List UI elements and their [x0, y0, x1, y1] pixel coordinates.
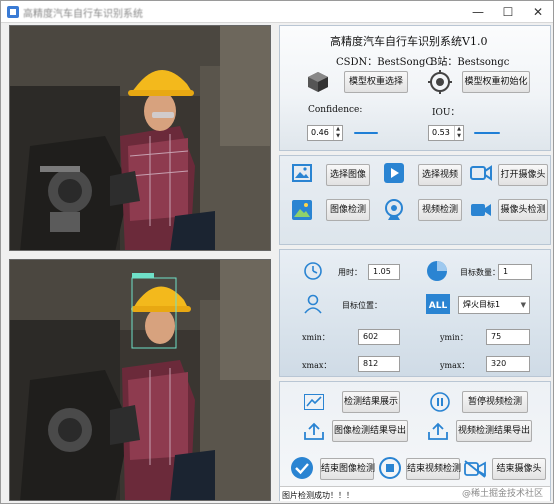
cube-icon — [308, 72, 328, 92]
camera-detect-icon — [471, 204, 491, 216]
open-camera-button[interactable]: 打开摄像头 — [498, 164, 548, 186]
pause-icon — [430, 392, 450, 412]
ymin-label: ymin： — [440, 333, 468, 342]
pause-video-button[interactable]: 暂停视频检测 — [462, 391, 528, 413]
video-play-icon — [384, 163, 404, 183]
original-image — [10, 26, 270, 250]
title-bar: 高精度汽车自行车识别系统 — ☐ ✕ — [1, 1, 553, 23]
camera-icon — [470, 165, 492, 181]
clock-icon — [304, 262, 322, 280]
upload-icon — [304, 422, 324, 440]
export-image-button[interactable]: 图像检测结果导出 — [332, 420, 408, 442]
target-icon — [428, 70, 452, 94]
iou-spinbox[interactable]: 0.53 ▲ ▼ — [428, 125, 464, 141]
time-field[interactable]: 1.05 — [368, 264, 400, 280]
xmin-field[interactable]: 602 — [358, 329, 400, 345]
image-detect-button[interactable]: 图像检测 — [326, 199, 370, 221]
iou-label: IOU： — [432, 108, 460, 118]
ymax-label: ymax： — [440, 361, 470, 370]
select-weights-button[interactable]: 模型权重选择 — [344, 71, 408, 93]
app-icon — [7, 6, 19, 18]
chevron-down-icon: ▼ — [520, 301, 526, 309]
results-section: 用时： 1.05 目标数量： 1 目标位置： ALL 焊火目标1 ▼ xmin： — [279, 249, 551, 377]
end-camera-button[interactable]: 结束摄像头 — [492, 458, 546, 480]
model-settings-section: 高精度汽车自行车识别系统V1.0 CSDN：BestSongC B站：Bests… — [279, 25, 551, 151]
check-circle-icon — [291, 457, 313, 479]
watermark: @稀土掘金技术社区 — [461, 489, 543, 499]
bilibili-label: B站：Bestsongc — [430, 57, 510, 68]
app-window: 高精度汽车自行车识别系统 — ☐ ✕ 高精度汽车自行车识别系统V1.0 CSDN… — [0, 0, 554, 504]
spin-arrows[interactable]: ▲ ▼ — [333, 126, 342, 140]
app-title: 高精度汽车自行车识别系统V1.0 — [330, 35, 488, 48]
target-select[interactable]: 焊火目标1 ▼ — [458, 296, 530, 314]
actions-section: 检测结果展示 暂停视频检测 图像检测结果导出 视频检测结果导出 结束图像检测 结… — [279, 381, 551, 501]
original-image-view — [9, 25, 271, 251]
camera-detect-button[interactable]: 摄像头检测 — [498, 199, 548, 221]
upload-icon — [428, 422, 448, 440]
webcam-icon — [385, 199, 403, 220]
pie-chart-icon — [427, 261, 447, 281]
stop-circle-icon — [379, 457, 401, 479]
person-pin-icon — [304, 294, 322, 314]
xmax-field[interactable]: 812 — [358, 356, 400, 372]
detection-image-view — [9, 259, 271, 501]
ymin-field[interactable]: 75 — [486, 329, 530, 345]
image-icon — [292, 164, 312, 182]
target-select-value: 焊火目标1 — [463, 300, 501, 309]
camera-off-icon — [464, 460, 486, 478]
status-message: 图片检测成功！！！ — [282, 491, 354, 500]
iou-value: 0.53 — [432, 128, 450, 137]
end-image-button[interactable]: 结束图像检测 — [320, 458, 375, 480]
confidence-slider[interactable] — [354, 128, 378, 138]
close-button[interactable]: ✕ — [523, 1, 553, 23]
xmin-label: xmin： — [302, 333, 330, 342]
spin-arrows[interactable]: ▲ ▼ — [454, 126, 463, 140]
choose-image-button[interactable]: 选择图像 — [326, 164, 370, 186]
init-weights-button[interactable]: 模型权重初始化 — [462, 71, 530, 93]
line-chart-icon — [304, 394, 324, 410]
target-count-label: 目标数量： — [460, 268, 500, 277]
source-section: 选择图像 选择视频 打开摄像头 图像检测 视频检测 摄像头检测 — [279, 155, 551, 245]
video-detect-button[interactable]: 视频检测 — [418, 199, 462, 221]
svg-text:ALL: ALL — [429, 301, 448, 311]
window-title: 高精度汽车自行车识别系统 — [23, 9, 143, 20]
show-result-button[interactable]: 检测结果展示 — [342, 391, 400, 413]
target-position-label: 目标位置： — [342, 301, 382, 310]
control-panel: 高精度汽车自行车识别系统V1.0 CSDN：BestSongC B站：Bests… — [279, 25, 551, 501]
xmax-label: xmax： — [302, 361, 332, 370]
confidence-spinbox[interactable]: 0.46 ▲ ▼ — [307, 125, 343, 141]
choose-video-button[interactable]: 选择视频 — [418, 164, 462, 186]
photo-detect-icon — [292, 200, 312, 220]
target-count-field[interactable]: 1 — [498, 264, 532, 280]
all-icon: ALL — [426, 294, 450, 314]
time-label: 用时： — [338, 268, 362, 277]
detection-image — [10, 260, 270, 500]
confidence-label: Confidence: — [308, 105, 363, 115]
minimize-button[interactable]: — — [463, 1, 493, 23]
maximize-button[interactable]: ☐ — [493, 1, 523, 23]
confidence-value: 0.46 — [311, 128, 329, 137]
end-video-button[interactable]: 结束视频检测 — [406, 458, 461, 480]
ymax-field[interactable]: 320 — [486, 356, 530, 372]
iou-slider[interactable] — [474, 128, 500, 138]
export-video-button[interactable]: 视频检测结果导出 — [456, 420, 532, 442]
csdn-label: CSDN：BestSongC — [336, 57, 434, 68]
detection-label-tag — [132, 273, 154, 278]
